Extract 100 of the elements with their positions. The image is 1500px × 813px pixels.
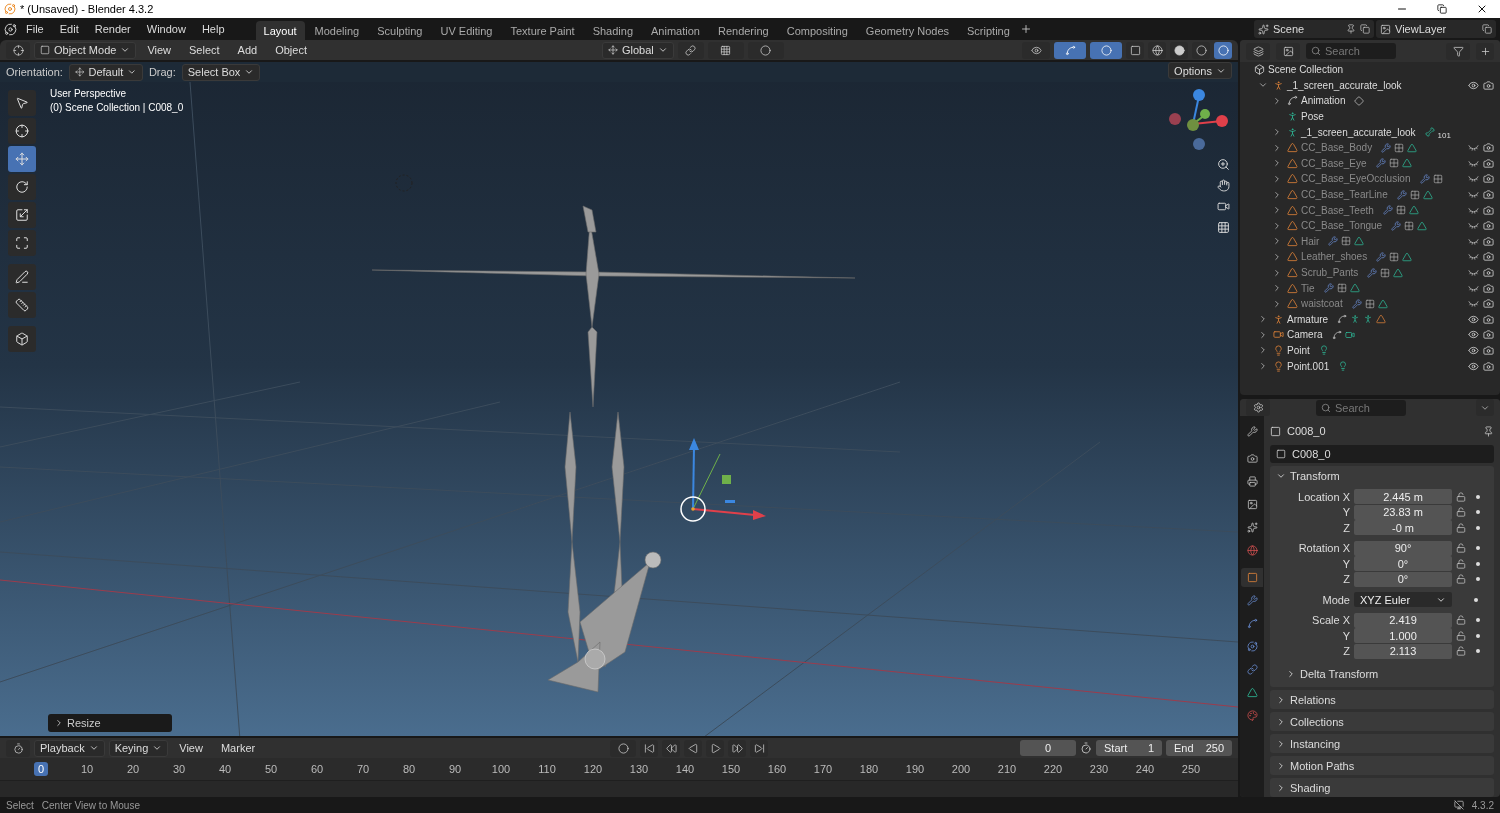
menu-item[interactable]: Help (194, 21, 232, 37)
menu-item[interactable]: Marker (213, 740, 263, 756)
workspace-tab[interactable]: Rendering (709, 21, 777, 41)
panel-header[interactable]: Instancing (1270, 734, 1494, 753)
item-name: CC_Base_TearLine (1301, 189, 1388, 201)
orientation-dropdown[interactable]: Default (68, 63, 143, 81)
frame-number: 30 (171, 762, 187, 776)
menu-dropdown[interactable]: Keying (108, 739, 169, 757)
item-name: CC_Base_EyeOcclusion (1301, 173, 1411, 185)
menu-item[interactable]: View (140, 42, 179, 58)
outliner-item[interactable]: Hair (1240, 233, 1500, 250)
outliner-item[interactable]: _1_screen_accurate_look 101 (1240, 124, 1500, 140)
playhead[interactable]: 0 (33, 762, 49, 776)
workspace-tab[interactable]: Layout (255, 21, 305, 41)
item-name: _1_screen_accurate_look (1301, 126, 1416, 138)
outliner-item[interactable]: CC_Base_Body (1240, 139, 1500, 156)
viewport-info: User Perspective (50, 88, 128, 99)
frame-number: 20 (125, 762, 141, 776)
end-frame-field[interactable]: End 250 (1166, 740, 1232, 756)
outliner-item[interactable]: Pose (1240, 108, 1500, 125)
menu-item[interactable]: Edit (52, 21, 86, 37)
current-frame-field[interactable]: 0 (1020, 740, 1076, 756)
outliner-item[interactable]: Leather_shoes (1240, 249, 1500, 265)
mode-dropdown[interactable]: Object Mode (34, 41, 137, 59)
workspace-tab[interactable]: Animation (643, 21, 708, 41)
options-dropdown[interactable]: Options (1168, 62, 1232, 79)
outliner-item[interactable]: Point (1240, 342, 1500, 359)
number-field[interactable]: 0° (1354, 556, 1452, 572)
item-name: Leather_shoes (1301, 251, 1368, 263)
panel-header[interactable]: Shading (1270, 778, 1494, 797)
scene-selector[interactable]: Scene (1254, 20, 1374, 38)
search-field[interactable]: Search (1316, 399, 1406, 416)
panel-header[interactable]: Relations (1270, 690, 1494, 709)
outliner-item[interactable]: CC_Base_EyeOcclusion (1240, 171, 1500, 187)
number-field[interactable]: 2.113 (1354, 643, 1452, 659)
number-field[interactable]: 2.419 (1354, 612, 1452, 628)
number-field[interactable]: 0° (1354, 571, 1452, 587)
outliner-item[interactable]: CC_Base_Teeth (1240, 202, 1500, 218)
drag-dropdown[interactable]: Select Box (181, 63, 261, 81)
mode-dropdown[interactable]: XYZ Euler (1354, 592, 1452, 608)
field-label: Scale X (1311, 614, 1350, 627)
frame-number: 70 (355, 762, 371, 776)
outliner-item[interactable]: Tie (1240, 280, 1500, 296)
workspace-tab[interactable]: Sculpting (369, 21, 431, 41)
workspace-tab[interactable]: Texture Paint (502, 21, 583, 41)
workspace-tab[interactable]: Scripting (959, 21, 1018, 41)
panel-header[interactable]: Collections (1270, 712, 1494, 731)
panel-header[interactable]: Motion Paths (1270, 756, 1494, 775)
panel-header[interactable]: Transform (1270, 466, 1494, 485)
field-label: Location X (1297, 490, 1350, 503)
status-hint: Select (6, 799, 34, 811)
workspace-tab[interactable]: Compositing (778, 21, 856, 41)
frame-number: 160 (766, 762, 788, 776)
outliner-item[interactable]: CC_Base_Eye (1240, 155, 1500, 172)
menu-dropdown[interactable]: Playback (34, 739, 105, 757)
frame-number: 10 (79, 762, 95, 776)
frame-number: 150 (720, 762, 742, 776)
menu-item[interactable]: Select (182, 42, 227, 58)
item-name: _1_screen_accurate_look (1287, 79, 1402, 91)
object-name: C008_0 (1287, 425, 1327, 437)
workspace-tab[interactable]: Shading (584, 21, 642, 41)
view-layer-selector[interactable]: ViewLayer (1376, 20, 1496, 38)
number-field[interactable]: 1.000 (1354, 628, 1452, 644)
number-field[interactable]: 90° (1354, 540, 1452, 556)
object-name-field[interactable]: C008_0 (1270, 445, 1494, 463)
outliner-item[interactable]: waistcoat (1240, 295, 1500, 312)
menu-item[interactable]: Render (87, 21, 138, 37)
last-operator-panel[interactable]: Resize (48, 714, 172, 732)
number-field[interactable]: -0 m (1354, 520, 1452, 536)
orientation-dropdown[interactable]: Global (602, 41, 674, 59)
menu-item[interactable]: File (19, 21, 51, 37)
field-label: Y (1341, 557, 1350, 570)
number-field[interactable]: 2.445 m (1354, 489, 1452, 505)
outliner-item[interactable]: Camera (1240, 327, 1500, 343)
outliner-item[interactable]: Point.001 (1240, 358, 1500, 374)
frame-number: 130 (628, 762, 650, 776)
menu-item[interactable]: Add (230, 42, 265, 58)
outliner-item[interactable]: Scene Collection (1240, 62, 1500, 78)
viewport-info: (0) Scene Collection | C008_0 (50, 102, 184, 113)
frame-number: 200 (950, 762, 972, 776)
outliner-item[interactable]: Animation (1240, 93, 1500, 109)
item-name: Hair (1301, 235, 1320, 247)
outliner-item[interactable]: Armature (1240, 311, 1500, 328)
item-name: Point (1287, 345, 1310, 356)
outliner-item[interactable]: _1_screen_accurate_look (1240, 77, 1500, 94)
outliner-item[interactable]: CC_Base_TearLine (1240, 186, 1500, 203)
number-field[interactable]: 23.83 m (1354, 504, 1452, 520)
outliner-item[interactable]: Scrub_Pants (1240, 264, 1500, 281)
search-field[interactable]: Search (1306, 43, 1396, 59)
start-frame-field[interactable]: Start 1 (1096, 740, 1162, 756)
item-name: CC_Base_Body (1301, 142, 1373, 154)
menu-item[interactable]: Object (268, 42, 314, 58)
field-label: Z (1342, 573, 1350, 586)
menu-item[interactable]: Window (139, 21, 193, 37)
outliner-item[interactable]: CC_Base_Tongue (1240, 217, 1500, 234)
workspace-tab[interactable]: UV Editing (432, 21, 501, 41)
subpanel-header[interactable]: Delta Transform (1270, 664, 1494, 683)
workspace-tab[interactable]: Modeling (306, 21, 368, 41)
workspace-tab[interactable]: Geometry Nodes (857, 21, 957, 41)
menu-item[interactable]: View (172, 740, 210, 756)
